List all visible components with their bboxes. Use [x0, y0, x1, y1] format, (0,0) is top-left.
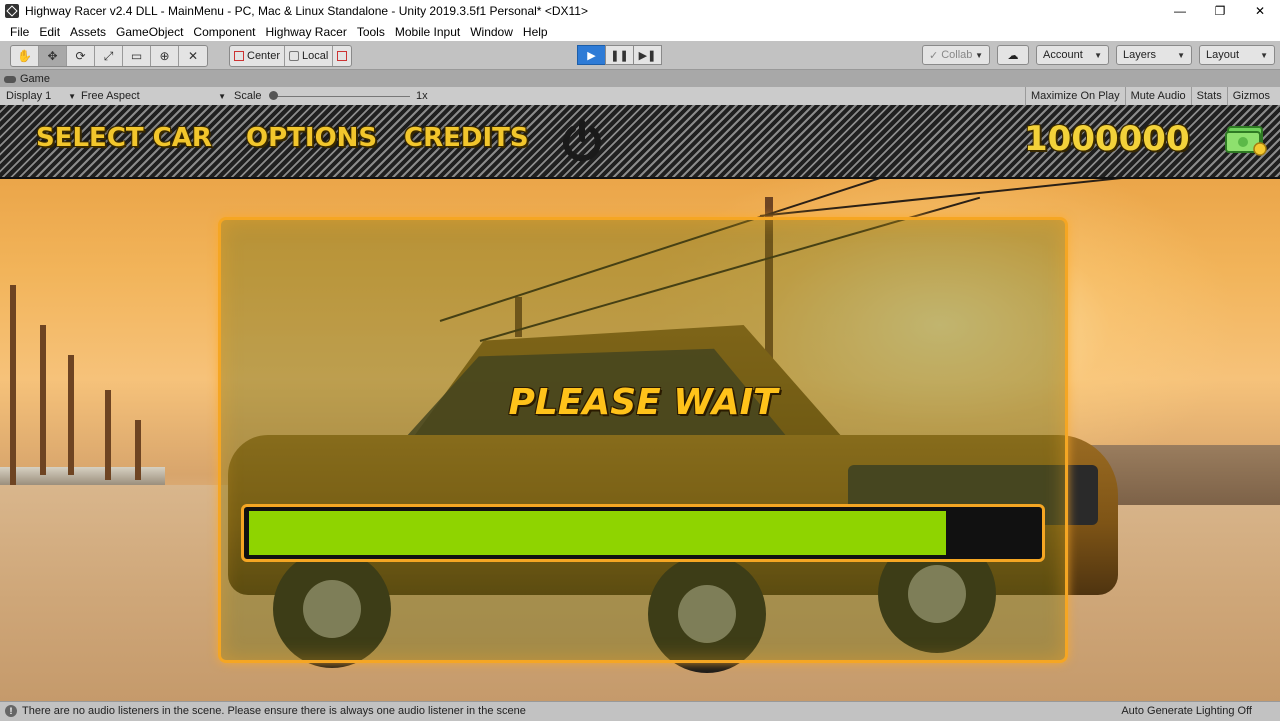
power-pole	[105, 390, 111, 480]
loading-progress-bar	[241, 504, 1045, 562]
power-icon[interactable]	[558, 117, 606, 165]
account-label: Account	[1043, 49, 1083, 61]
pivot-local-icon	[289, 51, 300, 61]
aspect-label: Free Aspect	[81, 90, 140, 102]
chevron-down-icon: ▼	[68, 91, 76, 101]
aspect-dropdown[interactable]: Free Aspect ▼	[81, 88, 226, 104]
menu-edit[interactable]: Edit	[34, 25, 65, 39]
money-counter: 1000000	[1024, 119, 1190, 159]
maximize-on-play-toggle[interactable]: Maximize On Play	[1024, 87, 1125, 105]
tab-game-label: Game	[20, 73, 50, 85]
power-pole	[68, 355, 74, 475]
transform-tools: ✋ ✥ ⟳ ⤢ ▭ ⊕ ✕	[10, 45, 208, 67]
play-controls: ▶ ❚❚ ▶❚	[577, 45, 662, 65]
tab-row: Game	[0, 70, 1280, 87]
transform-tool-icon[interactable]: ⊕	[151, 46, 179, 66]
unity-app-icon	[5, 4, 19, 18]
options-button[interactable]: OPTIONS	[246, 123, 377, 153]
play-button[interactable]: ▶	[577, 45, 606, 65]
pivot-center-icon	[234, 51, 244, 61]
gizmos-toggle[interactable]: Gizmos	[1226, 87, 1280, 105]
loading-text: PLEASE WAIT	[508, 382, 778, 423]
pivot-local-button[interactable]: Local	[285, 46, 334, 66]
menu-mobile-input[interactable]: Mobile Input	[390, 25, 465, 39]
scale-slider-handle[interactable]	[269, 91, 278, 100]
collab-dropdown[interactable]: ✓ Collab ▼	[922, 45, 990, 65]
game-main-menu: SELECT CAR OPTIONS CREDITS 1000000	[0, 105, 1280, 179]
loading-panel: PLEASE WAIT	[218, 217, 1068, 663]
cloud-icon: ☁	[1007, 49, 1019, 62]
tab-game[interactable]: Game	[4, 71, 50, 87]
step-button[interactable]: ▶❚	[633, 45, 662, 65]
account-dropdown[interactable]: Account ▼	[1036, 45, 1109, 65]
scale-tool-icon[interactable]: ⤢	[95, 46, 123, 66]
layers-dropdown[interactable]: Layers ▼	[1116, 45, 1192, 65]
chevron-down-icon: ▼	[1177, 50, 1185, 60]
pivot-center-label: Center	[247, 50, 281, 62]
pivot-local-label: Local	[302, 50, 329, 62]
gamepad-icon	[4, 75, 16, 83]
loading-progress-fill	[249, 511, 946, 555]
hand-tool-icon[interactable]: ✋	[11, 46, 39, 66]
layers-label: Layers	[1123, 49, 1157, 61]
layout-dropdown[interactable]: Layout ▼	[1199, 45, 1275, 65]
credits-button[interactable]: CREDITS	[404, 123, 529, 153]
collab-check-icon: ✓	[929, 49, 939, 62]
rotate-tool-icon[interactable]: ⟳	[67, 46, 95, 66]
pause-button[interactable]: ❚❚	[605, 45, 634, 65]
menu-help[interactable]: Help	[518, 25, 553, 39]
move-tool-icon[interactable]: ✥	[39, 46, 67, 66]
display-label: Display 1	[6, 90, 52, 102]
power-pole	[40, 325, 46, 475]
editor-toolbar: ✋ ✥ ⟳ ⤢ ▭ ⊕ ✕ Center Local ▶ ❚❚ ▶❚ ✓ Col…	[0, 41, 1280, 70]
cash-icon	[1225, 126, 1267, 156]
menu-gameobject[interactable]: GameObject	[111, 25, 188, 39]
menu-file[interactable]: File	[0, 25, 34, 39]
chevron-down-icon: ▼	[975, 50, 983, 60]
menu-bar: File Edit Assets GameObject Component Hi…	[0, 22, 1280, 41]
window-titlebar: Highway Racer v2.4 DLL - MainMenu - PC, …	[0, 0, 1280, 22]
menu-tools[interactable]: Tools	[352, 25, 390, 39]
chevron-down-icon: ▼	[218, 91, 226, 101]
custom-tool-icon[interactable]: ✕	[179, 46, 207, 66]
power-pole	[135, 420, 141, 480]
minimize-button[interactable]: —	[1160, 0, 1200, 22]
scale-slider-track[interactable]	[274, 96, 410, 97]
game-view[interactable]: SELECT CAR OPTIONS CREDITS 1000000 PLEAS…	[0, 105, 1280, 701]
menu-component[interactable]: Component	[188, 25, 260, 39]
window-title: Highway Racer v2.4 DLL - MainMenu - PC, …	[25, 4, 588, 18]
chevron-down-icon: ▼	[1260, 50, 1268, 60]
chevron-down-icon: ▼	[1094, 50, 1102, 60]
lighting-status[interactable]: Auto Generate Lighting Off	[1121, 705, 1252, 717]
collab-label: Collab	[941, 49, 973, 61]
select-car-button[interactable]: SELECT CAR	[36, 123, 212, 153]
pivot-center-button[interactable]: Center	[230, 46, 286, 66]
console-message[interactable]: There are no audio listeners in the scen…	[22, 705, 526, 717]
grid-snap-icon	[337, 51, 348, 61]
game-control-bar: Display 1 ▼ Free Aspect ▼ Scale 1x Maxim…	[0, 87, 1280, 106]
rect-tool-icon[interactable]: ▭	[123, 46, 151, 66]
info-icon: !	[5, 705, 17, 717]
scale-value: 1x	[416, 90, 428, 102]
menu-window[interactable]: Window	[465, 25, 518, 39]
close-button[interactable]: ✕	[1240, 0, 1280, 22]
pivot-controls: Center Local	[229, 45, 353, 67]
menu-highway-racer[interactable]: Highway Racer	[260, 25, 351, 39]
menu-assets[interactable]: Assets	[65, 25, 111, 39]
grid-snap-button[interactable]	[333, 46, 351, 66]
restore-button[interactable]: ❐	[1200, 0, 1240, 22]
layout-label: Layout	[1206, 49, 1240, 61]
stats-toggle[interactable]: Stats	[1190, 87, 1227, 105]
mute-audio-toggle[interactable]: Mute Audio	[1124, 87, 1191, 105]
scale-label: Scale	[234, 90, 262, 102]
window-controls: — ❐ ✕	[1160, 0, 1280, 22]
display-dropdown[interactable]: Display 1 ▼	[6, 88, 76, 104]
power-pole	[10, 285, 16, 485]
status-bar: ! There are no audio listeners in the sc…	[0, 701, 1280, 721]
cloud-button[interactable]: ☁	[997, 45, 1029, 65]
game-view-toggles: Maximize On Play Mute Audio Stats Gizmos	[1024, 87, 1280, 105]
